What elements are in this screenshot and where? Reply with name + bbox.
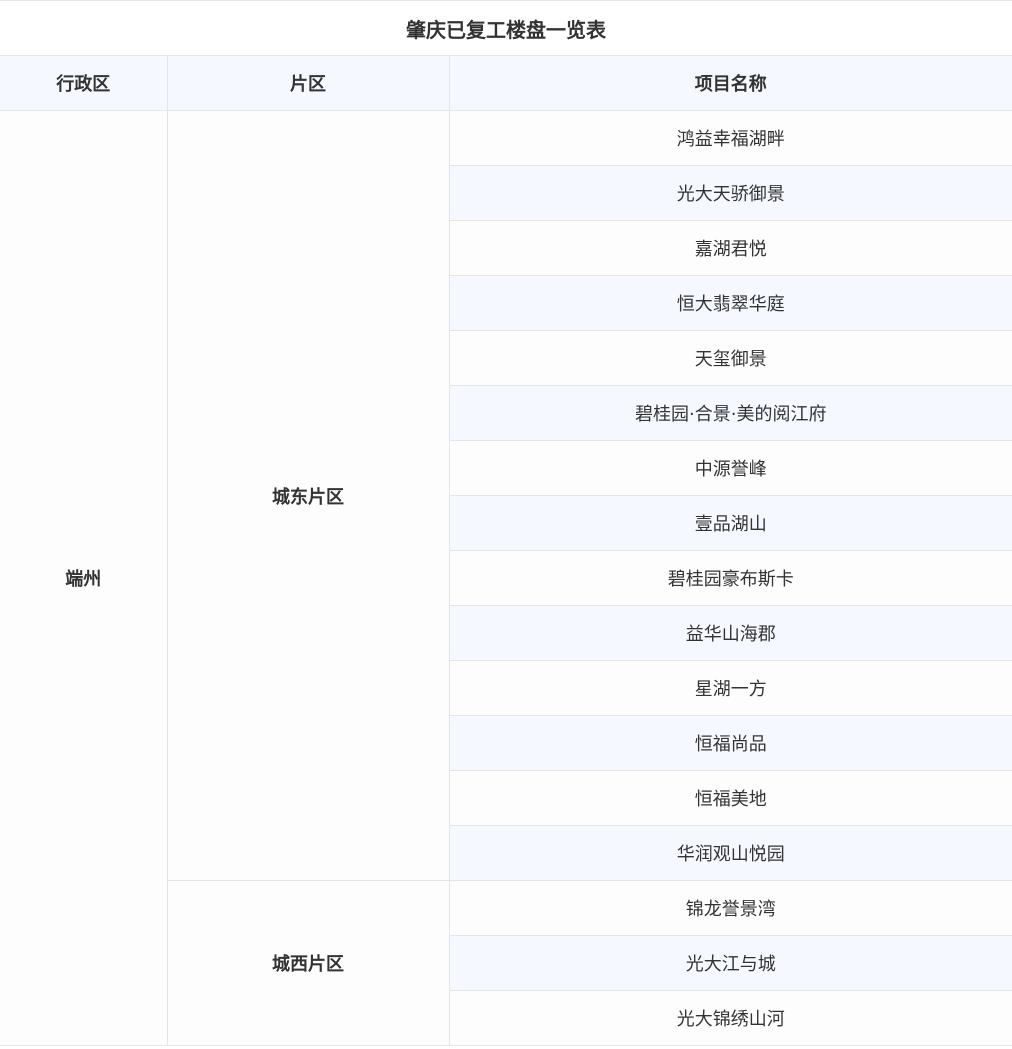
header-district: 行政区 bbox=[0, 55, 168, 111]
project-cell: 中源誉峰 bbox=[449, 440, 1012, 496]
project-cell: 恒福美地 bbox=[449, 770, 1012, 826]
district-cell: 端州 bbox=[0, 110, 168, 1046]
project-cell: 益华山海郡 bbox=[449, 605, 1012, 661]
area-cell: 城东片区 bbox=[166, 110, 450, 881]
project-cell: 嘉湖君悦 bbox=[449, 220, 1012, 276]
table-row: 端州 城东片区 鸿益幸福湖畔 bbox=[0, 110, 1012, 1046]
table-title: 肇庆已复工楼盘一览表 bbox=[0, 0, 1012, 56]
project-cell: 碧桂园豪布斯卡 bbox=[449, 550, 1012, 606]
header-area: 片区 bbox=[166, 55, 450, 111]
project-cell: 华润观山悦园 bbox=[449, 825, 1012, 881]
project-cell: 鸿益幸福湖畔 bbox=[448, 110, 1012, 166]
project-cell: 星湖一方 bbox=[449, 660, 1012, 716]
table-header-row: 行政区 片区 项目名称 bbox=[0, 55, 1012, 111]
area-cell: 城西片区 bbox=[167, 880, 450, 1046]
project-cell: 光大锦绣山河 bbox=[449, 990, 1012, 1046]
project-cell: 恒福尚品 bbox=[449, 715, 1012, 771]
project-cell: 光大天骄御景 bbox=[449, 165, 1012, 221]
project-cell: 天玺御景 bbox=[449, 330, 1012, 386]
project-cell: 壹品湖山 bbox=[449, 495, 1012, 551]
housing-table: 肇庆已复工楼盘一览表 行政区 片区 项目名称 端州 城东片区 鸿益幸福湖畔 光大天骄御… bbox=[0, 0, 1012, 1046]
header-project: 项目名称 bbox=[448, 55, 1012, 111]
project-cell: 碧桂园·合景·美的阅江府 bbox=[449, 385, 1012, 441]
table-title-row: 肇庆已复工楼盘一览表 bbox=[0, 0, 1012, 56]
project-cell: 光大江与城 bbox=[449, 935, 1012, 991]
project-cell: 恒大翡翠华庭 bbox=[449, 275, 1012, 331]
project-cell: 锦龙誉景湾 bbox=[448, 880, 1012, 936]
